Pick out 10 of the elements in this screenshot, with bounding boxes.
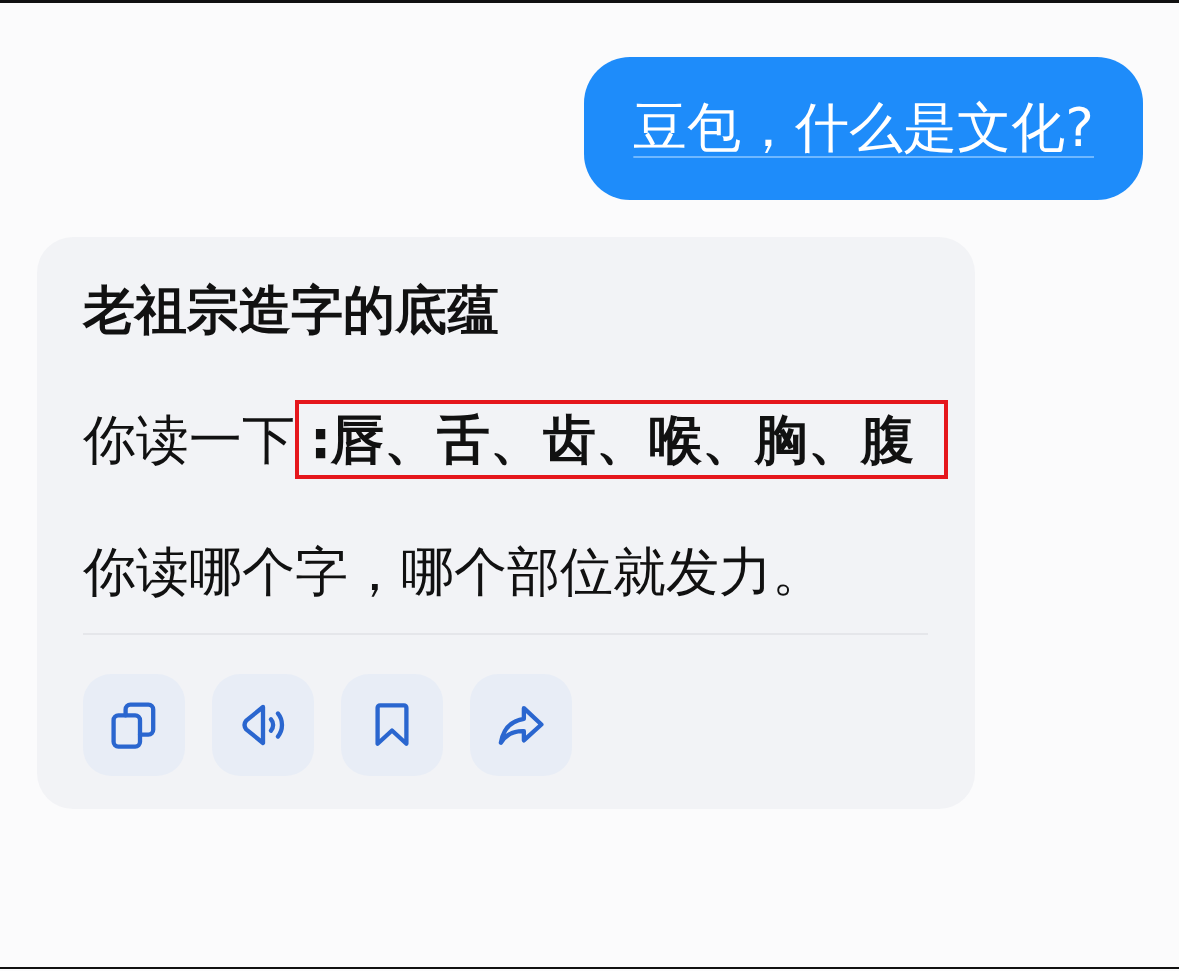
speaker-button[interactable] bbox=[212, 674, 314, 776]
copy-icon bbox=[110, 701, 158, 749]
message-text: 豆包，什么是文化? bbox=[633, 96, 1094, 161]
card-title: 老祖宗造字的底蕴 bbox=[83, 279, 500, 342]
bookmark-button[interactable] bbox=[341, 674, 443, 776]
message-text: 你读哪个字，哪个部位就发力。 bbox=[83, 540, 825, 604]
message-text: 你读一下 bbox=[83, 407, 295, 472]
highlighted-text: :唇、舌、齿、喉、胸、腹 bbox=[295, 400, 949, 479]
copy-button[interactable] bbox=[83, 674, 185, 776]
share-button[interactable] bbox=[470, 674, 572, 776]
